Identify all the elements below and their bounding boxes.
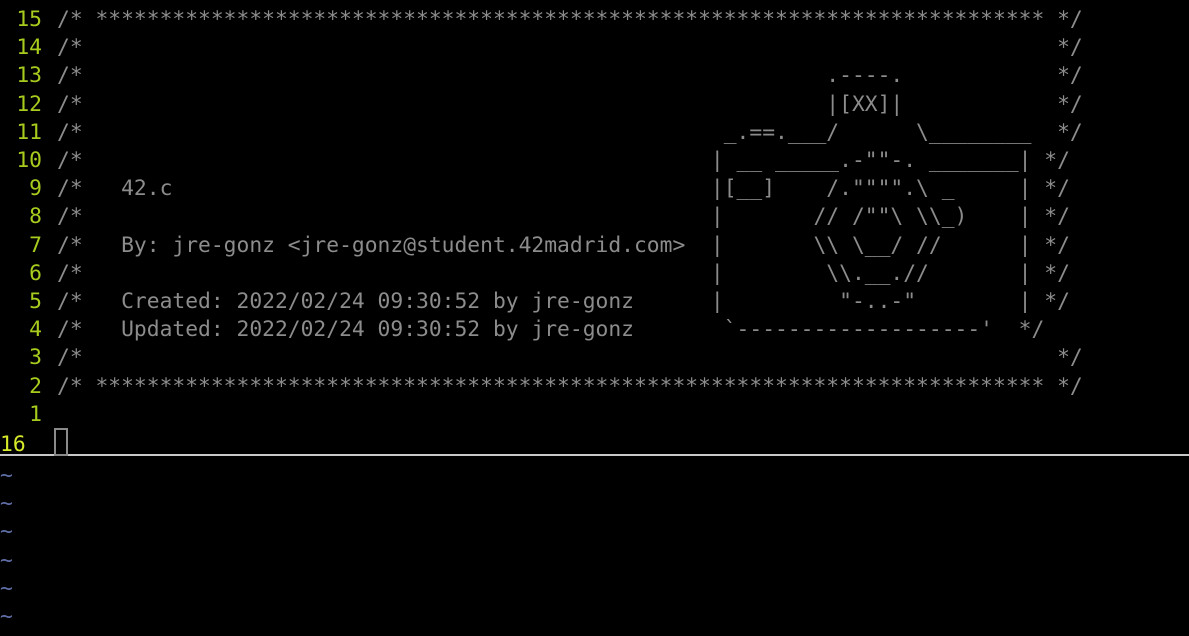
line-text: /* Created: 2022/02/24 09:30:52 by jre-g… [57,289,1070,314]
line-number: 14 [16,35,42,61]
line-text: /* | \\.__.// | */ [57,260,1070,286]
line-number: 4 [29,317,42,343]
line-number: 6 [29,260,42,286]
tilde-marker: ~ [0,491,13,517]
text-cursor [54,428,68,456]
line-text: /* | __ _____.-""-. _______| */ [57,148,1070,173]
line-number: 1 [29,401,42,427]
line-number: 8 [29,204,42,230]
line-text: /* */ [57,35,1083,61]
line-text: /* By: jre-gonz <jre-gonz@student.42madr… [57,232,1070,258]
line-number: 5 [29,289,42,314]
cursorline-underline [0,454,1189,456]
line-text: /* */ [57,345,1083,371]
line-text: /* *************************************… [57,373,1083,399]
tilde-marker: ~ [0,463,13,488]
tilde-marker: ~ [0,547,13,573]
line-text: /* Updated: 2022/02/24 09:30:52 by jre-g… [57,317,1045,343]
line-number: 9 [29,176,42,202]
line-text: /* .----. */ [57,63,1083,89]
line-text: /* | // /""\ \\_) | */ [57,204,1070,230]
line-text: /* *************************************… [57,7,1083,32]
tilde-marker: ~ [0,575,13,601]
line-number: 13 [16,63,42,89]
line-text: /* _.==.___/ \________ */ [57,119,1083,145]
line-number: 2 [29,373,42,399]
vim-editor[interactable]: 15/* ***********************************… [0,0,1189,636]
line-number: 10 [16,148,42,173]
line-number: 3 [29,345,42,371]
tilde-marker: ~ [0,604,13,629]
tilde-marker: ~ [0,519,13,545]
line-text: /* |[XX]| */ [57,91,1083,117]
line-number: 12 [16,91,42,117]
line-text: /* 42.c |[__] /."""".\ _ | */ [57,176,1070,202]
line-number: 11 [16,119,42,145]
line-number: 15 [16,7,42,32]
line-number: 7 [29,232,42,258]
